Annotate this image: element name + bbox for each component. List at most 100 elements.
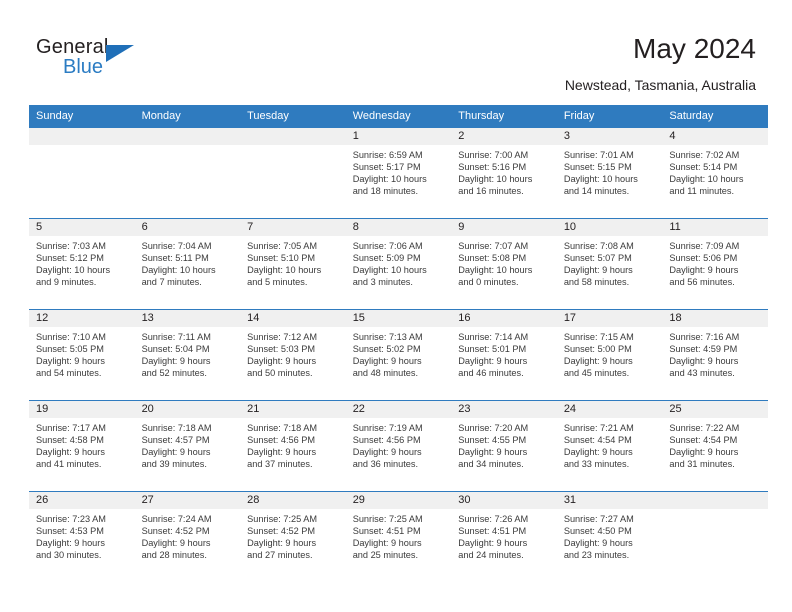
sunrise-time: Sunrise: 7:25 AM [352, 514, 423, 524]
daylight-duration-line2: and 11 minutes. [669, 186, 735, 197]
daylight-duration-line2: and 39 minutes. [141, 459, 207, 470]
daylight-duration-line2: and 56 minutes. [669, 277, 735, 288]
day-number: 30 [451, 492, 557, 509]
calendar-week-row: 12 Sunrise: 7:10 AM Sunset: 5:05 PM Dayligh… [29, 309, 768, 401]
day-detail: Sunrise: 7:13 AM Sunset: 5:02 PM Daylight:… [346, 327, 452, 379]
day-detail: Sunrise: 7:04 AM Sunset: 5:11 PM Daylight:… [135, 236, 241, 288]
calendar-day-cell[interactable]: 17 Sunrise: 7:15 AM Sunset: 5:00 PM Dayligh… [556, 309, 663, 401]
day-number: 6 [134, 219, 241, 236]
day-detail: Sunrise: 7:27 AM Sunset: 4:50 PM Daylight:… [557, 509, 663, 561]
calendar-day-cell[interactable]: 14 Sunrise: 7:12 AM Sunset: 5:03 PM Dayligh… [240, 309, 346, 401]
calendar-day-cell[interactable]: 9 Sunrise: 7:07 AM Sunset: 5:08 PM Daylight… [451, 218, 557, 310]
daylight-duration-line2: and 50 minutes. [247, 368, 313, 379]
daylight-duration-line2: and 24 minutes. [458, 550, 524, 561]
daylight-duration-line2: and 27 minutes. [247, 550, 313, 561]
sunset-time: Sunset: 5:01 PM [458, 344, 527, 355]
calendar-day-cell[interactable]: 8 Sunrise: 7:06 AM Sunset: 5:09 PM Daylight… [345, 218, 452, 310]
day-number: 20 [134, 401, 241, 418]
calendar-day-cell[interactable]: 4 Sunrise: 7:02 AM Sunset: 5:14 PM Daylight… [662, 128, 768, 219]
day-detail: Sunrise: 7:11 AM Sunset: 5:04 PM Daylight:… [135, 327, 241, 379]
day-detail: Sunrise: 7:02 AM Sunset: 5:14 PM Daylight:… [662, 145, 768, 197]
calendar-day-cell[interactable]: 13 Sunrise: 7:11 AM Sunset: 5:04 PM Dayligh… [134, 309, 241, 401]
sunset-time: Sunset: 5:07 PM [563, 253, 632, 264]
calendar-week-row: 19 Sunrise: 7:17 AM Sunset: 4:58 PM Dayligh… [29, 400, 768, 492]
calendar-day-cell[interactable]: 26 Sunrise: 7:23 AM Sunset: 4:53 PM Dayligh… [29, 491, 135, 582]
day-detail: Sunrise: 7:21 AM Sunset: 4:54 PM Daylight:… [557, 418, 663, 470]
sunrise-time: Sunrise: 7:06 AM [352, 241, 423, 251]
calendar-day-cell[interactable]: 7 Sunrise: 7:05 AM Sunset: 5:10 PM Daylight… [240, 218, 346, 310]
sunset-time: Sunset: 4:54 PM [669, 435, 738, 446]
sunset-time: Sunset: 4:59 PM [669, 344, 738, 355]
daylight-duration-line1: Daylight: 9 hours [458, 538, 528, 549]
calendar-day-cell[interactable]: 3 Sunrise: 7:01 AM Sunset: 5:15 PM Daylight… [556, 128, 663, 219]
calendar-day-cell[interactable]: 27 Sunrise: 7:24 AM Sunset: 4:52 PM Dayligh… [134, 491, 241, 582]
daylight-duration-line2: and 23 minutes. [563, 550, 630, 561]
calendar-day-cell[interactable]: 12 Sunrise: 7:10 AM Sunset: 5:05 PM Dayligh… [29, 309, 135, 401]
calendar-day-cell[interactable]: 23 Sunrise: 7:20 AM Sunset: 4:55 PM Dayligh… [451, 400, 557, 492]
day-detail: Sunrise: 7:18 AM Sunset: 4:57 PM Daylight:… [135, 418, 241, 470]
calendar-day-cell[interactable]: 22 Sunrise: 7:19 AM Sunset: 4:56 PM Dayligh… [345, 400, 452, 492]
calendar-day-cell[interactable]: 6 Sunrise: 7:04 AM Sunset: 5:11 PM Daylight… [134, 218, 241, 310]
brand-name-general: General [36, 36, 109, 58]
daylight-duration-line1: Daylight: 9 hours [141, 356, 211, 367]
sunset-time: Sunset: 5:03 PM [247, 344, 316, 355]
calendar-day-cell[interactable]: 5 Sunrise: 7:03 AM Sunset: 5:12 PM Daylight… [29, 218, 135, 310]
calendar-day-cell[interactable]: 29 Sunrise: 7:25 AM Sunset: 4:51 PM Dayligh… [345, 491, 452, 582]
day-number: 1 [345, 128, 452, 145]
sunset-time: Sunset: 4:50 PM [563, 526, 632, 537]
calendar-day-cell-empty [662, 491, 768, 582]
day-detail: Sunrise: 7:09 AM Sunset: 5:06 PM Daylight:… [662, 236, 768, 288]
daylight-duration-line2: and 25 minutes. [352, 550, 419, 561]
daylight-duration-line1: Daylight: 9 hours [352, 447, 422, 458]
sunset-time: Sunset: 5:09 PM [352, 253, 421, 264]
daylight-duration-line1: Daylight: 9 hours [141, 538, 211, 549]
daylight-duration-line2: and 9 minutes. [36, 277, 97, 288]
calendar-day-cell[interactable]: 24 Sunrise: 7:21 AM Sunset: 4:54 PM Dayligh… [556, 400, 663, 492]
sunrise-time: Sunrise: 7:04 AM [141, 241, 212, 251]
calendar-day-cell[interactable]: 25 Sunrise: 7:22 AM Sunset: 4:54 PM Dayligh… [662, 400, 768, 492]
day-number: 8 [345, 219, 452, 236]
weekday-header-friday: Friday [556, 105, 663, 128]
day-detail: Sunrise: 7:00 AM Sunset: 5:16 PM Daylight:… [451, 145, 557, 197]
calendar-day-cell-empty [134, 128, 241, 219]
calendar-day-cell[interactable]: 15 Sunrise: 7:13 AM Sunset: 5:02 PM Dayligh… [345, 309, 452, 401]
daylight-duration-line2: and 52 minutes. [141, 368, 207, 379]
calendar-day-cell[interactable]: 16 Sunrise: 7:14 AM Sunset: 5:01 PM Dayligh… [451, 309, 557, 401]
day-detail: Sunrise: 7:16 AM Sunset: 4:59 PM Daylight:… [662, 327, 768, 379]
calendar-day-cell[interactable]: 2 Sunrise: 7:00 AM Sunset: 5:16 PM Daylight… [451, 128, 557, 219]
day-detail: Sunrise: 7:12 AM Sunset: 5:03 PM Daylight:… [240, 327, 346, 379]
calendar-day-cell[interactable]: 18 Sunrise: 7:16 AM Sunset: 4:59 PM Dayligh… [662, 309, 768, 401]
day-detail: Sunrise: 7:15 AM Sunset: 5:00 PM Daylight:… [557, 327, 663, 379]
calendar-day-cell[interactable]: 10 Sunrise: 7:08 AM Sunset: 5:07 PM Dayligh… [556, 218, 663, 310]
sunrise-time: Sunrise: 7:19 AM [352, 423, 423, 433]
sunrise-time: Sunrise: 7:18 AM [247, 423, 318, 433]
weekday-header-thursday: Thursday [451, 105, 557, 128]
calendar-day-cell[interactable]: 19 Sunrise: 7:17 AM Sunset: 4:58 PM Dayligh… [29, 400, 135, 492]
daylight-duration-line1: Daylight: 9 hours [352, 356, 422, 367]
calendar-day-cell-empty [240, 128, 346, 219]
sunset-time: Sunset: 5:16 PM [458, 162, 527, 173]
calendar-day-cell[interactable]: 20 Sunrise: 7:18 AM Sunset: 4:57 PM Dayligh… [134, 400, 241, 492]
daylight-duration-line1: Daylight: 9 hours [36, 356, 105, 367]
daylight-duration-line1: Daylight: 9 hours [458, 447, 528, 458]
day-number: 19 [29, 401, 135, 418]
calendar-day-cell[interactable]: 31 Sunrise: 7:27 AM Sunset: 4:50 PM Dayligh… [556, 491, 663, 582]
day-detail: Sunrise: 7:14 AM Sunset: 5:01 PM Daylight:… [451, 327, 557, 379]
day-detail: Sunrise: 7:22 AM Sunset: 4:54 PM Daylight:… [662, 418, 768, 470]
daylight-duration-line1: Daylight: 9 hours [247, 356, 317, 367]
sunrise-time: Sunrise: 7:22 AM [669, 423, 740, 433]
day-number: 9 [451, 219, 557, 236]
daylight-duration-line1: Daylight: 9 hours [563, 265, 633, 276]
calendar-day-cell[interactable]: 11 Sunrise: 7:09 AM Sunset: 5:06 PM Dayligh… [662, 218, 768, 310]
calendar-day-cell[interactable]: 21 Sunrise: 7:18 AM Sunset: 4:56 PM Dayligh… [240, 400, 346, 492]
page-header: General Blue May 2024 Newstead, Tasmania… [0, 0, 792, 104]
daylight-duration-line2: and 31 minutes. [669, 459, 735, 470]
sunrise-time: Sunrise: 7:27 AM [563, 514, 634, 524]
day-number: 14 [240, 310, 346, 327]
day-number: 7 [240, 219, 346, 236]
calendar-day-cell[interactable]: 1 Sunrise: 6:59 AM Sunset: 5:17 PM Daylight… [345, 128, 452, 219]
day-detail: Sunrise: 6:59 AM Sunset: 5:17 PM Daylight:… [346, 145, 452, 197]
calendar-day-cell[interactable]: 28 Sunrise: 7:25 AM Sunset: 4:52 PM Dayligh… [240, 491, 346, 582]
brand-logo[interactable]: General Blue [36, 36, 156, 82]
calendar-day-cell[interactable]: 30 Sunrise: 7:26 AM Sunset: 4:51 PM Dayligh… [451, 491, 557, 582]
